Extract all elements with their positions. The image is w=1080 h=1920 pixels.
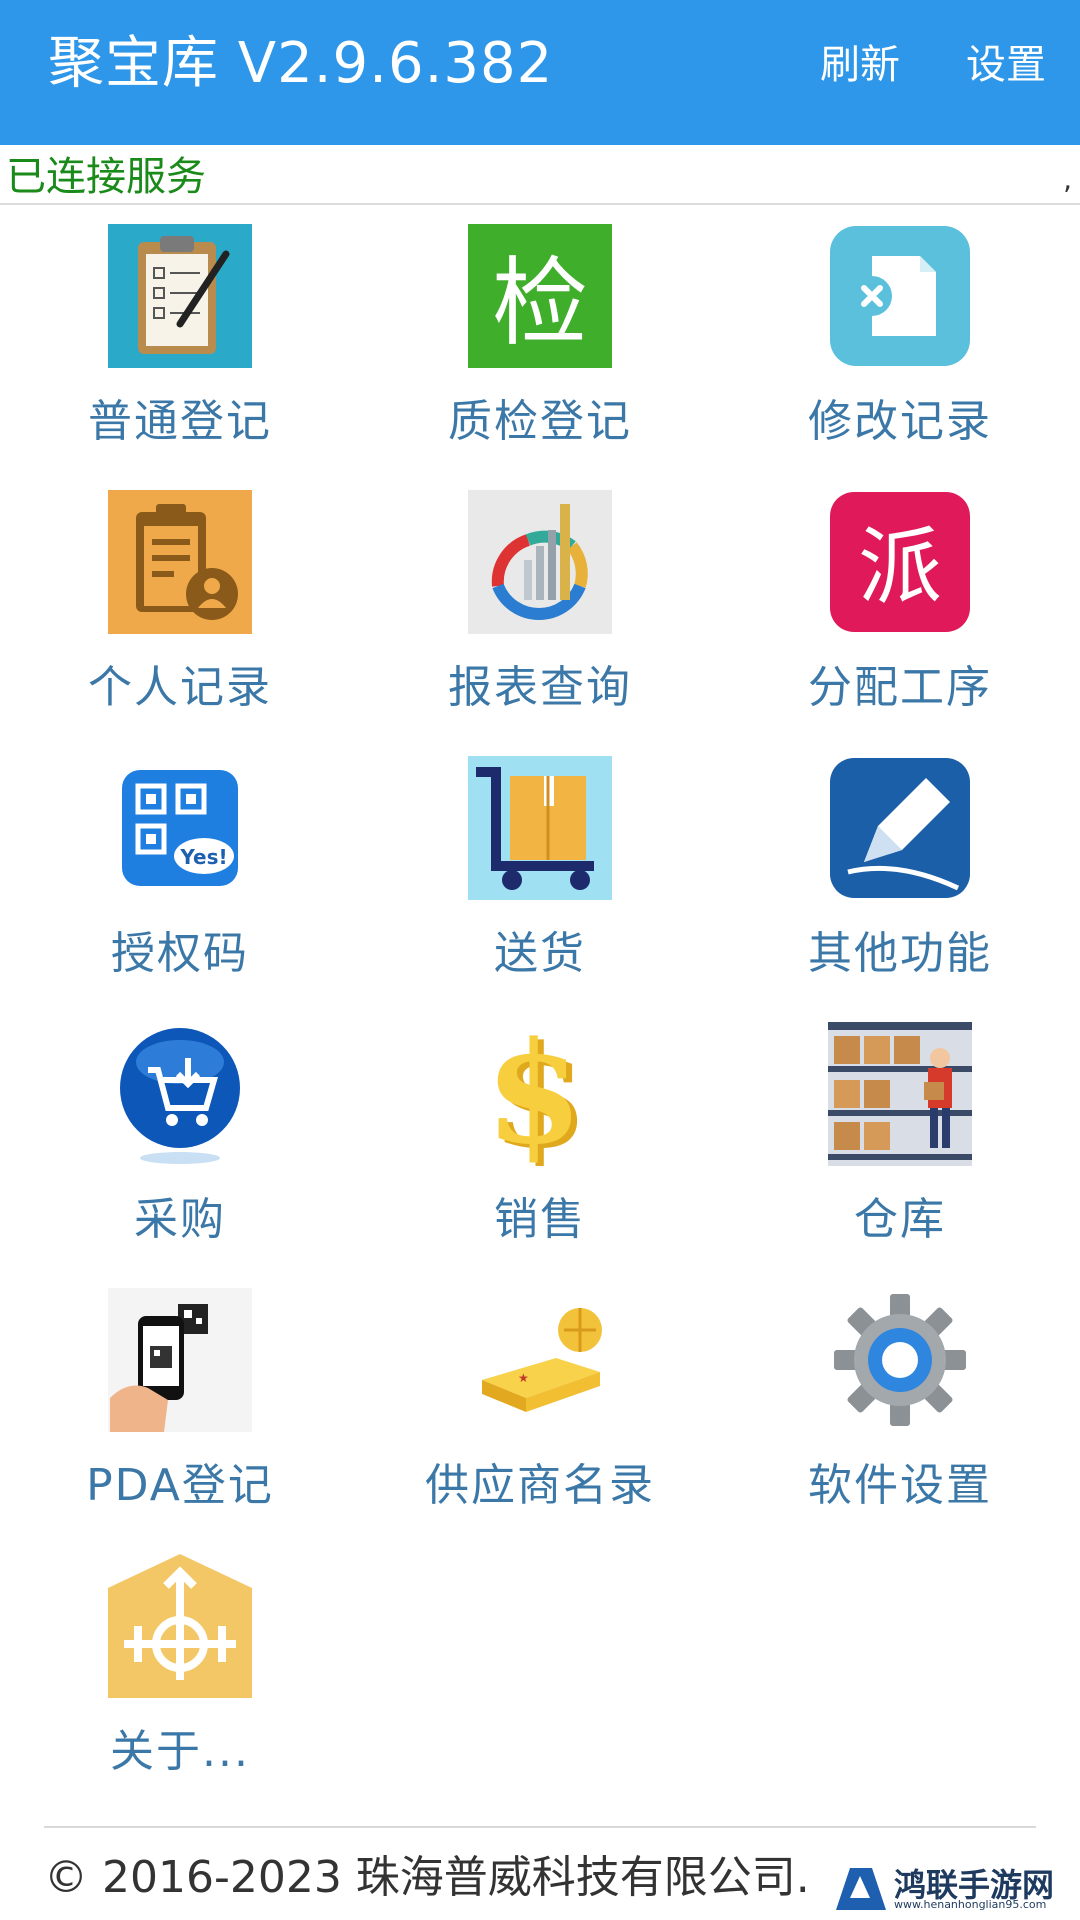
menu-item-label: 销售 bbox=[494, 1194, 586, 1245]
menu-item-label: 软件设置 bbox=[808, 1460, 992, 1511]
menu-item-label: 个人记录 bbox=[88, 662, 272, 713]
menu-item-software-settings[interactable]: 软件设置 bbox=[720, 1282, 1080, 1548]
svg-text:$: $ bbox=[485, 1022, 582, 1166]
footer-divider bbox=[44, 1826, 1036, 1828]
menu-item-label: 关于... bbox=[110, 1726, 250, 1777]
menu-item-about[interactable]: 关于... bbox=[0, 1548, 360, 1814]
svg-text:派: 派 bbox=[858, 518, 942, 616]
app-screen: 聚宝库 V2.9.6.382 刷新 设置 已连接服务 , 普通登记 检 质检登记… bbox=[0, 0, 1080, 1920]
connection-status-bar: 已连接服务 , bbox=[0, 147, 1080, 205]
report-chart-icon bbox=[468, 490, 612, 634]
gear-icon bbox=[828, 1288, 972, 1432]
menu-item-label: 分配工序 bbox=[808, 662, 992, 713]
menu-item-label: 其他功能 bbox=[808, 928, 992, 979]
copyright-text: © 2016-2023 珠海普威科技有限公司. bbox=[44, 1852, 810, 1903]
menu-item-report-query[interactable]: 报表查询 bbox=[360, 484, 720, 750]
edit-document-icon bbox=[828, 224, 972, 368]
book-globe-icon: ★ bbox=[468, 1288, 612, 1432]
menu-item-other-functions[interactable]: 其他功能 bbox=[720, 750, 1080, 1016]
menu-item-label: 普通登记 bbox=[88, 396, 272, 447]
delivery-cart-icon bbox=[468, 756, 612, 900]
watermark-url: www.henanhonglian95.com bbox=[894, 1898, 1047, 1911]
menu-item-auth-code[interactable]: Yes! 授权码 bbox=[0, 750, 360, 1016]
warehouse-icon bbox=[828, 1022, 972, 1166]
about-icon bbox=[108, 1554, 252, 1698]
settings-button[interactable]: 设置 bbox=[966, 40, 1046, 90]
qr-code-icon: Yes! bbox=[108, 756, 252, 900]
menu-item-sales[interactable]: $ $ 销售 bbox=[360, 1016, 720, 1282]
menu-item-normal-register[interactable]: 普通登记 bbox=[0, 218, 360, 484]
menu-item-purchase[interactable]: 采购 bbox=[0, 1016, 360, 1282]
phone-scan-icon bbox=[108, 1288, 252, 1432]
menu-item-pda-register[interactable]: PDA登记 bbox=[0, 1282, 360, 1548]
inspection-icon: 检 bbox=[468, 224, 612, 368]
menu-item-supplier-directory[interactable]: ★ 供应商名录 bbox=[360, 1282, 720, 1548]
menu-item-label: 报表查询 bbox=[448, 662, 632, 713]
svg-text:检: 检 bbox=[492, 247, 588, 359]
svg-text:★: ★ bbox=[518, 1371, 529, 1385]
menu-item-label: 修改记录 bbox=[808, 396, 992, 447]
svg-text:Yes!: Yes! bbox=[179, 845, 227, 869]
menu-item-label: 送货 bbox=[494, 928, 586, 979]
menu-item-delivery[interactable]: 送货 bbox=[360, 750, 720, 1016]
app-title: 聚宝库 V2.9.6.382 bbox=[48, 31, 554, 96]
menu-item-personal-record[interactable]: 个人记录 bbox=[0, 484, 360, 750]
menu-item-label: 授权码 bbox=[111, 928, 249, 979]
dollar-icon: $ $ bbox=[468, 1022, 612, 1166]
menu-item-label: 供应商名录 bbox=[425, 1460, 655, 1511]
personal-record-icon bbox=[108, 490, 252, 634]
menu-item-qc-register[interactable]: 检 质检登记 bbox=[360, 218, 720, 484]
menu-item-label: 仓库 bbox=[854, 1194, 946, 1245]
menu-item-label: 质检登记 bbox=[448, 396, 632, 447]
clipboard-checklist-icon bbox=[108, 224, 252, 368]
dispatch-icon: 派 bbox=[828, 490, 972, 634]
connection-status-text: 已连接服务 bbox=[6, 154, 206, 200]
menu-item-label: PDA登记 bbox=[86, 1460, 274, 1511]
watermark: 鸿联手游网 www.henanhonglian95.com bbox=[832, 1858, 1076, 1916]
menu-item-modify-record[interactable]: 修改记录 bbox=[720, 218, 1080, 484]
app-header: 聚宝库 V2.9.6.382 刷新 设置 bbox=[0, 0, 1080, 145]
status-mark: , bbox=[1063, 163, 1072, 196]
watermark-logo-icon bbox=[836, 1868, 886, 1910]
pen-icon bbox=[828, 756, 972, 900]
menu-item-assign-process[interactable]: 派 分配工序 bbox=[720, 484, 1080, 750]
refresh-button[interactable]: 刷新 bbox=[820, 40, 900, 90]
menu-item-warehouse[interactable]: 仓库 bbox=[720, 1016, 1080, 1282]
shopping-cart-icon bbox=[108, 1022, 252, 1166]
menu-item-label: 采购 bbox=[134, 1194, 226, 1245]
